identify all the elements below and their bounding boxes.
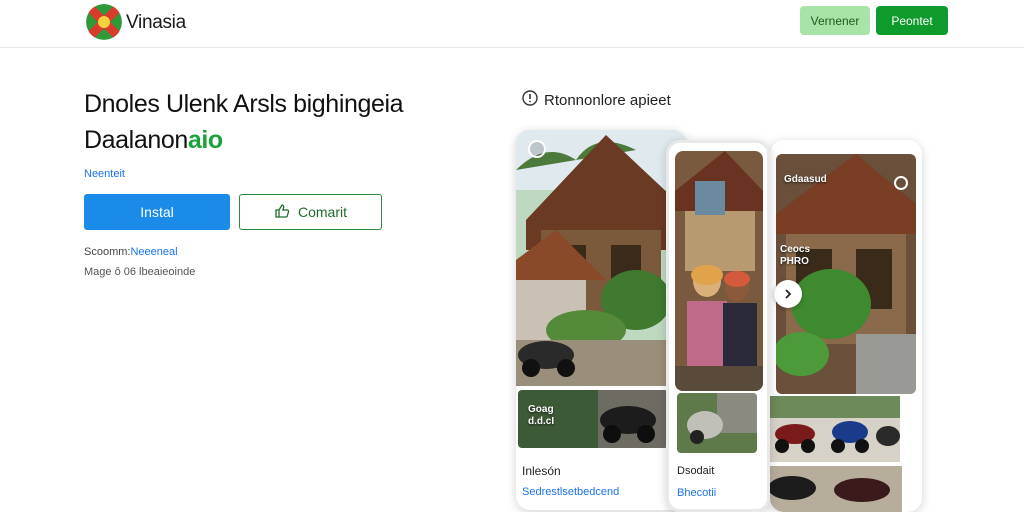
preview-heading: Rtonnonlore apieet xyxy=(522,90,671,110)
app-title-accent: aio xyxy=(187,126,223,154)
brand-name[interactable]: Vinasia xyxy=(126,12,186,34)
screenshot-card-2[interactable]: Dsodait Bhecotii xyxy=(666,140,770,512)
top-navbar: Vinasia Vernener Peontet xyxy=(0,0,1024,48)
flag-logo-icon[interactable] xyxy=(86,4,122,40)
people-photo xyxy=(675,151,763,391)
card3-side-text: Ceocs PHRO xyxy=(780,244,811,267)
location-pin-icon xyxy=(522,90,538,110)
meta-score-prefix: Scoomm: xyxy=(84,246,131,258)
meta-score: Scoomm:Neeeneal xyxy=(84,246,178,258)
app-title-line2: Daalanon xyxy=(84,126,188,154)
card3-corner-icon xyxy=(894,176,908,190)
card1-overlay-text: Goag d.d.cI xyxy=(528,404,555,427)
house-photo-1 xyxy=(516,130,686,386)
secondary-header-button[interactable]: Vernener xyxy=(800,6,870,35)
meta-details: Mage ô 06 lbeaieoinde xyxy=(84,266,196,278)
publisher-link[interactable]: Neenteit xyxy=(84,168,125,180)
screenshot-card-3[interactable]: Gdaasud Ceocs PHRO xyxy=(770,140,922,512)
install-button[interactable]: Instal xyxy=(84,194,230,230)
card1-corner-icon xyxy=(528,140,546,158)
app-title: Dnoles Ulenk Arsls bighingeia Daalanonai… xyxy=(84,86,464,158)
comment-button-label: Comarit xyxy=(297,204,347,220)
primary-header-button[interactable]: Peontet xyxy=(876,6,948,35)
card3-top-text: Gdaasud xyxy=(784,174,827,185)
card1-caption: Inlesón xyxy=(522,464,561,478)
scooter-photo xyxy=(677,393,757,453)
card2-caption: Dsodait xyxy=(677,465,715,477)
preview-heading-label: Rtonnonlore apieet xyxy=(544,91,671,109)
screenshot-card-1[interactable]: Goag d.d.cI Inlesón Sedrestlsetbedcend xyxy=(516,130,686,510)
chevron-right-icon[interactable] xyxy=(774,280,802,308)
comment-button[interactable]: Comarit xyxy=(239,194,382,230)
card1-link[interactable]: Sedrestlsetbedcend xyxy=(522,486,619,498)
thumbs-up-icon xyxy=(274,203,290,222)
bike-photo-1: Goag d.d.cI xyxy=(518,390,668,448)
meta-score-value[interactable]: Neeeneal xyxy=(130,246,177,258)
card2-link[interactable]: Bhecotii xyxy=(677,487,716,499)
app-title-line1: Dnoles Ulenk Arsls bighingeia xyxy=(84,90,404,118)
house-photo-3: Gdaasud Ceocs PHRO xyxy=(776,154,916,394)
bike-photo-4 xyxy=(770,466,902,512)
bike-photo-3 xyxy=(770,396,900,462)
